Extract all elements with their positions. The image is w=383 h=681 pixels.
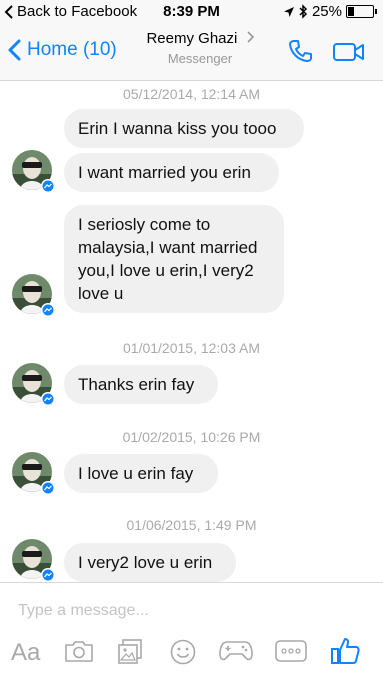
bluetooth-icon: [299, 4, 308, 19]
battery-icon: [346, 5, 374, 18]
message-bubble[interactable]: I seriosly come to malaysia,I want marri…: [64, 205, 284, 313]
thumbs-up-icon[interactable]: [330, 636, 360, 666]
contact-avatar[interactable]: [12, 274, 56, 318]
navigation-bar: Home (10) Reemy Ghazi Messenger: [0, 24, 383, 81]
message-bubble[interactable]: I very2 love u erin: [64, 543, 236, 582]
message-bubble[interactable]: Thanks erin fay: [64, 365, 218, 404]
contact-avatar[interactable]: [12, 452, 56, 496]
message-bubble[interactable]: I want married you erin: [64, 153, 279, 192]
camera-icon[interactable]: [64, 639, 94, 663]
chevron-left-icon: [8, 39, 21, 61]
message-input[interactable]: [18, 599, 358, 623]
avatar-photo-icon: [12, 274, 55, 317]
location-icon: [283, 6, 294, 17]
avatar-photo-icon: [12, 539, 55, 582]
contact-avatar[interactable]: [12, 363, 56, 407]
message-thread[interactable]: 05/12/2014, 12:14 AM Erin I wanna kiss y…: [0, 81, 383, 582]
photo-gallery-icon[interactable]: [117, 639, 143, 665]
video-call-icon[interactable]: [333, 41, 365, 63]
more-options-icon[interactable]: [275, 639, 307, 663]
message-bubble[interactable]: I love u erin fay: [64, 454, 218, 493]
emoji-icon[interactable]: [170, 639, 196, 665]
battery-percentage: 25%: [311, 3, 342, 20]
home-back-button[interactable]: Home (10): [8, 39, 117, 61]
chevron-right-icon: [246, 31, 254, 43]
timestamp: 01/06/2015, 1:49 PM: [126, 517, 257, 533]
timestamp: 01/01/2015, 12:03 AM: [123, 340, 260, 356]
contact-avatar[interactable]: [12, 150, 56, 194]
home-back-label: Home (10): [27, 39, 117, 60]
game-controller-icon[interactable]: [219, 639, 253, 663]
phone-call-icon[interactable]: [287, 38, 313, 64]
text-format-button[interactable]: Aa: [11, 639, 40, 667]
timestamp: 01/02/2015, 10:26 PM: [122, 429, 261, 445]
contact-name: Reemy Ghazi: [146, 30, 238, 47]
composer: Aa: [0, 582, 383, 681]
avatar-photo-icon: [12, 452, 55, 495]
avatar-photo-icon: [12, 150, 55, 193]
avatar-photo-icon: [12, 363, 55, 406]
message-bubble[interactable]: Erin I wanna kiss you tooo: [64, 109, 304, 148]
conversation-subtitle: Messenger: [167, 51, 233, 66]
status-bar: Back to Facebook 8:39 PM 25%: [0, 0, 383, 24]
timestamp: 05/12/2014, 12:14 AM: [123, 86, 260, 102]
contact-avatar[interactable]: [12, 539, 56, 583]
conversation-title[interactable]: Reemy Ghazi Messenger: [135, 30, 265, 66]
